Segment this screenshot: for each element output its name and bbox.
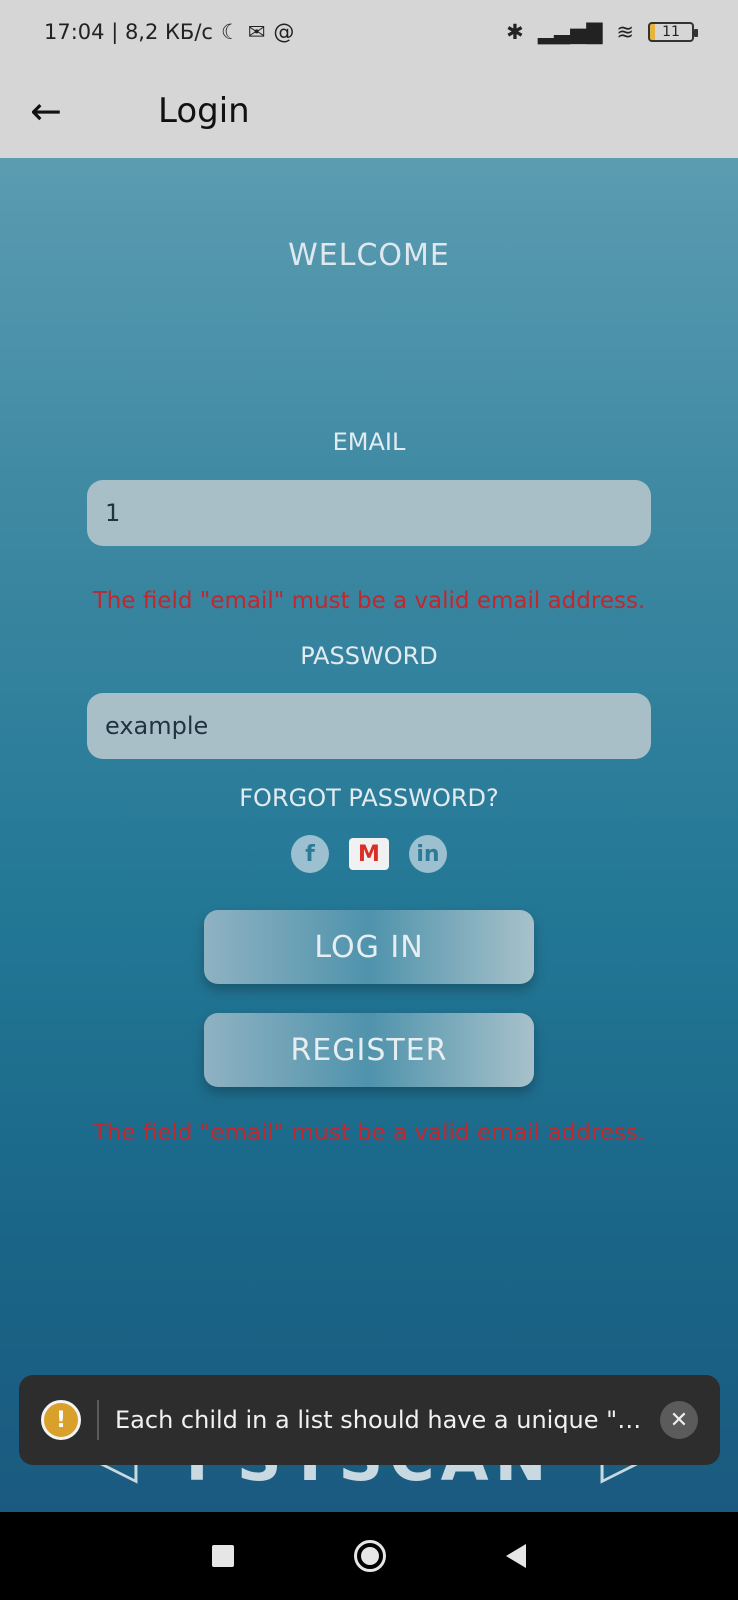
facebook-icon[interactable]: f xyxy=(291,835,329,873)
password-field[interactable]: example xyxy=(87,693,651,759)
moon-icon: ☾ xyxy=(220,20,240,44)
toast-message[interactable]: Each child in a list should have a uniqu… xyxy=(115,1406,646,1434)
warning-icon: ! xyxy=(41,1400,81,1440)
mail-icon: ✉ xyxy=(247,20,266,44)
email-field[interactable]: 1 xyxy=(87,480,651,546)
warning-toast: ! Each child in a list should have a uni… xyxy=(19,1375,720,1465)
home-icon[interactable] xyxy=(354,1540,386,1572)
social-login: f M in xyxy=(0,835,738,873)
at-icon: @ xyxy=(273,20,295,44)
nav-back-icon[interactable] xyxy=(506,1544,526,1568)
login-screen: WELCOME EMAIL 1 The field "email" must b… xyxy=(0,158,738,1512)
bluetooth-icon: ✱ xyxy=(506,20,524,44)
login-button[interactable]: LOG IN xyxy=(204,910,534,984)
wifi-icon: ≋ xyxy=(616,20,634,44)
back-arrow-icon[interactable]: ← xyxy=(30,89,90,133)
email-label: EMAIL xyxy=(332,428,406,456)
signal-icon: ▂▃▅▇ xyxy=(537,20,603,44)
email-value: 1 xyxy=(105,499,121,527)
app-bar: ← Login xyxy=(0,64,738,158)
welcome-heading: WELCOME xyxy=(288,238,450,273)
page-title: Login xyxy=(158,91,250,131)
recents-icon[interactable] xyxy=(212,1545,234,1567)
form-error: The field "email" must be a valid email … xyxy=(92,1120,646,1146)
status-right: ✱ ▂▃▅▇ ≋ 11 xyxy=(506,20,698,44)
system-nav-bar xyxy=(0,1512,738,1600)
register-button[interactable]: REGISTER xyxy=(204,1013,534,1087)
forgot-password-link[interactable]: FORGOT PASSWORD? xyxy=(0,784,738,812)
linkedin-icon[interactable]: in xyxy=(409,835,447,873)
password-label: PASSWORD xyxy=(300,642,438,670)
status-time: 17:04 | 8,2 КБ/с xyxy=(44,20,213,44)
close-icon[interactable]: ✕ xyxy=(660,1401,698,1439)
battery-icon: 11 xyxy=(648,22,698,42)
email-error: The field "email" must be a valid email … xyxy=(92,588,646,614)
gmail-icon[interactable]: M xyxy=(349,838,389,870)
password-value: example xyxy=(105,712,209,740)
status-left: 17:04 | 8,2 КБ/с ☾ ✉ @ xyxy=(44,20,294,44)
toast-divider xyxy=(97,1400,99,1440)
status-bar: 17:04 | 8,2 КБ/с ☾ ✉ @ ✱ ▂▃▅▇ ≋ 11 xyxy=(0,0,738,64)
